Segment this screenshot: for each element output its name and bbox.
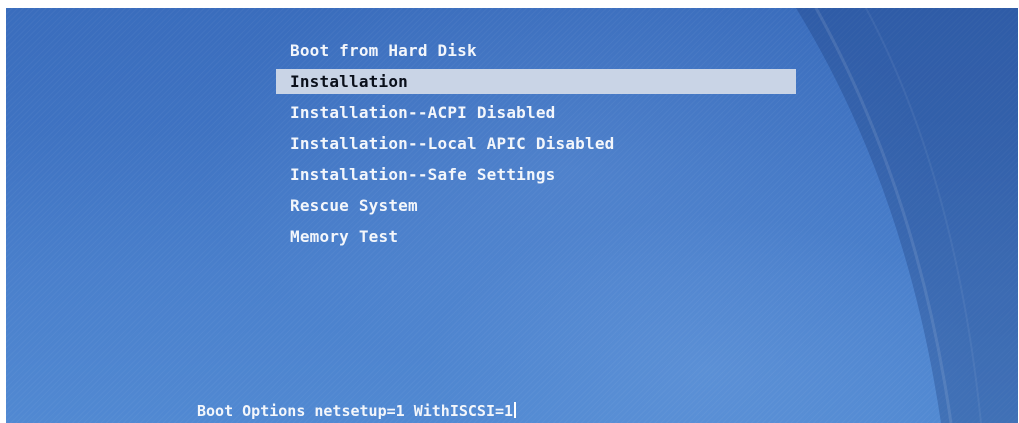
menu-item-memory-test[interactable]: Memory Test xyxy=(276,221,796,252)
boot-options-input[interactable]: netsetup=1 WithISCSI=1 xyxy=(314,402,513,420)
menu-item-installation-safe-settings[interactable]: Installation--Safe Settings xyxy=(276,159,796,190)
menu-item-rescue-system[interactable]: Rescue System xyxy=(276,190,796,221)
boot-options-line: Boot Options netsetup=1 WithISCSI=1 xyxy=(197,402,517,420)
menu-item-installation-acpi-disabled[interactable]: Installation--ACPI Disabled xyxy=(276,97,796,128)
boot-menu-background: Boot from Hard Disk Installation Install… xyxy=(6,8,1018,423)
boot-screen: Boot from Hard Disk Installation Install… xyxy=(0,0,1019,423)
text-cursor xyxy=(514,402,517,418)
boot-menu: Boot from Hard Disk Installation Install… xyxy=(276,35,796,252)
menu-item-boot-from-hard-disk[interactable]: Boot from Hard Disk xyxy=(276,35,796,66)
boot-options-label: Boot Options xyxy=(197,402,306,420)
menu-item-installation-local-apic-disabled[interactable]: Installation--Local APIC Disabled xyxy=(276,128,796,159)
menu-item-installation[interactable]: Installation xyxy=(276,69,796,94)
